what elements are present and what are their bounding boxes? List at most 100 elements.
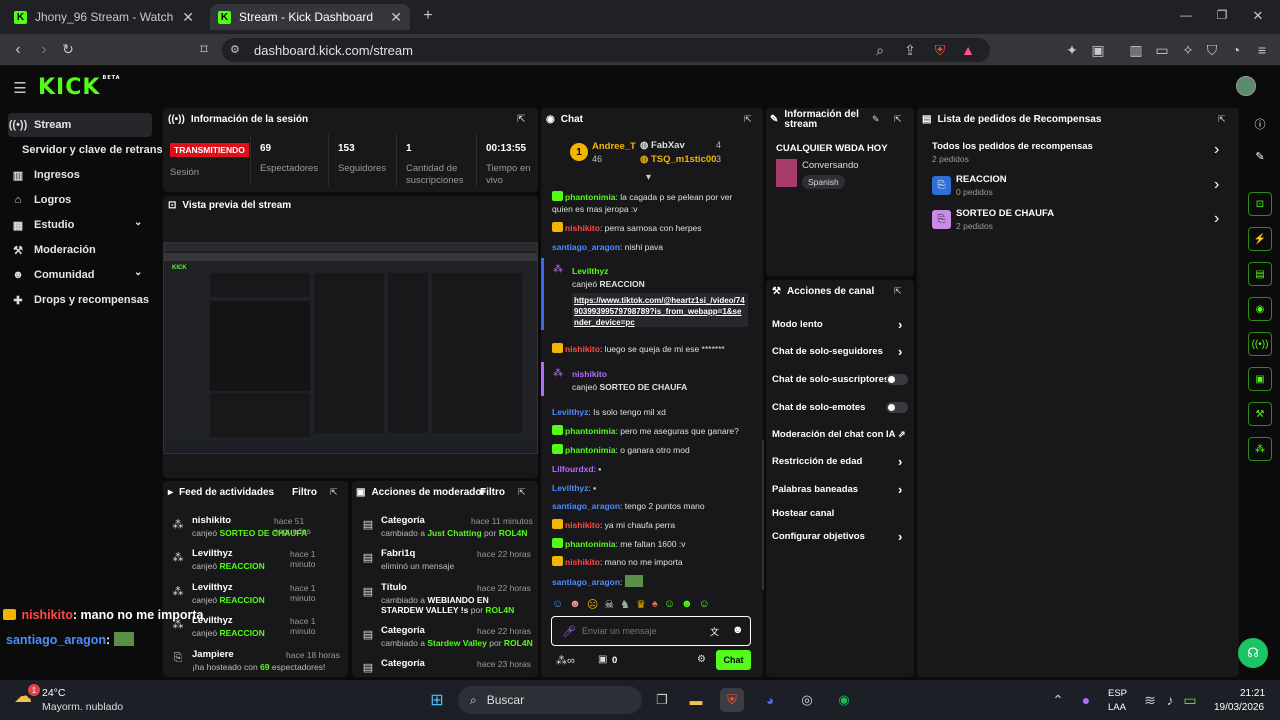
brave-browser-icon[interactable]: ⛨ — [720, 688, 744, 712]
rail-document-icon[interactable]: ▤ — [1248, 262, 1272, 286]
emote-icon[interactable]: ♛ — [636, 598, 646, 614]
menu-icon[interactable]: ≡ — [1254, 42, 1270, 58]
volume-icon[interactable]: ♪ — [1162, 692, 1178, 708]
sidebar-item-estudio[interactable]: ▦ Estudio ⌄ — [8, 213, 152, 237]
rail-session-icon[interactable]: ⊡ — [1248, 192, 1272, 216]
discord-icon[interactable]: ◕ — [758, 688, 782, 712]
close-window-icon[interactable]: ✕ — [1250, 8, 1266, 24]
chat-user[interactable]: nishikito — [565, 223, 600, 233]
info-icon[interactable]: ⓘ — [1252, 116, 1268, 132]
rail-chat-icon[interactable]: ◉ — [1248, 297, 1272, 321]
reload-icon[interactable]: ↻ — [60, 41, 76, 58]
popout-icon[interactable]: ⇱ — [518, 487, 526, 498]
sidebar-item-ingresos[interactable]: ▥ Ingresos — [8, 163, 152, 187]
taskbar-search[interactable]: ⌕ Buscar — [458, 686, 642, 714]
help-chat-button[interactable]: ☊ — [1238, 638, 1268, 668]
popout-icon[interactable]: ⇱ — [894, 286, 902, 297]
popout-icon[interactable]: ⇱ — [744, 114, 752, 125]
leader-name[interactable]: Andree_T — [592, 141, 636, 152]
chat-user[interactable]: santiago_aragon — [552, 577, 620, 587]
chat-user[interactable]: nishikito — [572, 369, 607, 379]
action-ai-moderation[interactable]: Moderación del chat con IA ⇗ — [772, 429, 908, 440]
battery-icon[interactable]: ▭ — [1182, 692, 1198, 709]
close-tab-icon[interactable]: ✕ — [182, 9, 194, 26]
reward-row[interactable]: ⎘ REACCION 0 pedidos › — [932, 174, 1228, 200]
action-banned-words[interactable]: Palabras baneadas › — [772, 482, 908, 497]
chat-user[interactable]: nishikito — [565, 557, 600, 567]
sidebar-item-comunidad[interactable]: ☻ Comunidad ⌄ — [8, 263, 152, 287]
kick-logo[interactable]: KICK BETA — [38, 75, 121, 100]
rail-bolt-icon[interactable]: ⚡ — [1248, 227, 1272, 251]
leader-name[interactable]: ◍ TSQ_m1stic00 — [640, 154, 716, 165]
action-age-restriction[interactable]: Restricción de edad › — [772, 454, 908, 469]
chat-scrollbar[interactable] — [762, 440, 764, 590]
emote-icon[interactable]: ♠ — [652, 598, 658, 614]
windows-start-icon[interactable]: ⊞ — [425, 688, 449, 712]
sidebar-item-moderacion[interactable]: ⚒ Moderación — [8, 238, 152, 262]
vpn-icon[interactable]: ⛉ — [1204, 42, 1220, 59]
forward-icon[interactable]: › — [36, 41, 52, 59]
chat-user[interactable]: Levilthyz — [552, 483, 588, 493]
settings-gear-icon[interactable]: ⚙ — [697, 654, 706, 665]
action-followers-only[interactable]: Chat de solo-seguidores › — [772, 344, 908, 359]
site-info-icon[interactable]: ⚙ — [230, 43, 240, 56]
emote-bar[interactable]: ☺ ☻ ☹ ☠ ♞ ♛ ♠ ☺ ☻ ☺ — [552, 598, 752, 614]
tray-chevron-up-icon[interactable]: ⌃ — [1050, 692, 1066, 709]
stream-preview-video[interactable]: KICK — [163, 242, 538, 454]
reward-row[interactable]: ⎘ SORTEO DE CHAUFA 2 pedidos › — [932, 208, 1228, 234]
emote-icon[interactable]: ☻ — [569, 598, 581, 614]
edit-pen-icon[interactable]: ✎ — [1252, 150, 1268, 163]
spotify-icon[interactable]: ◉ — [832, 688, 856, 712]
rail-broadcast-icon[interactable]: ((•)) — [1248, 332, 1272, 356]
leo-ai-icon[interactable]: ✧ — [1180, 42, 1196, 59]
chat-user[interactable]: nishikito — [565, 520, 600, 530]
popout-icon[interactable]: ⇱ — [1218, 114, 1226, 125]
sidebar-item-server-key[interactable]: Servidor y clave de retransm — [18, 138, 168, 162]
maximize-icon[interactable]: ❐ — [1214, 8, 1230, 22]
tray-mic-icon[interactable]: ● — [1078, 692, 1094, 708]
rail-wrench-icon[interactable]: ⚒ — [1248, 402, 1272, 426]
chat-user[interactable]: Levilthyz — [572, 266, 608, 276]
emote-icon[interactable]: ☻ — [681, 598, 693, 614]
popout-icon[interactable]: ⇱ — [517, 114, 525, 125]
chat-input-box[interactable]: 🎤︎ 文 ☻ — [551, 616, 751, 646]
points-icon[interactable]: ⁂∞ — [556, 654, 575, 667]
input-layout[interactable]: LAA — [1108, 702, 1126, 713]
tab-watch-live[interactable]: K Jhony_96 Stream - Watch Live on Kic ✕ — [6, 4, 202, 30]
emoji-icon[interactable]: ☻ — [732, 624, 744, 636]
profile-icon[interactable]: ◔ — [1228, 42, 1244, 58]
new-tab-icon[interactable]: + — [420, 7, 436, 24]
back-icon[interactable]: ‹ — [10, 41, 26, 59]
emotes-only-toggle[interactable] — [886, 402, 908, 413]
emote-icon[interactable]: ☺ — [552, 598, 563, 614]
clock-time[interactable]: 21:21 — [1240, 688, 1265, 699]
all-rewards-row[interactable]: Todos los pedidos de recompensas 2 pedid… — [932, 141, 1228, 167]
extensions-icon[interactable]: ✦ — [1064, 42, 1080, 59]
chat-input[interactable] — [582, 624, 702, 638]
chat-link[interactable]: https://www.tiktok.com/@heartz1si_/video… — [572, 293, 748, 327]
avatar[interactable] — [1236, 76, 1256, 96]
tab-dashboard[interactable]: K Stream - Kick Dashboard ✕ — [210, 4, 410, 30]
edit-icon[interactable]: ✎ — [872, 114, 880, 125]
action-goals[interactable]: Configurar objetivos › — [772, 529, 908, 544]
rail-rewards-icon[interactable]: ⁂ — [1248, 437, 1272, 461]
emote-icon[interactable]: ☺ — [664, 598, 675, 614]
share-icon[interactable]: ⇪ — [902, 42, 918, 59]
rail-mod-icon[interactable]: ▣ — [1248, 367, 1272, 391]
bookmark-icon[interactable]: ⌑ — [196, 41, 212, 58]
tab-search-icon[interactable]: ▣ — [1090, 42, 1106, 59]
send-chat-button[interactable]: Chat — [716, 650, 751, 670]
chat-user[interactable]: santiago_aragon — [552, 501, 620, 511]
wifi-icon[interactable]: ≋ — [1142, 692, 1158, 709]
input-lang[interactable]: ESP — [1108, 688, 1127, 699]
subs-only-toggle[interactable] — [886, 374, 908, 385]
gift-icon[interactable]: ▣ — [598, 654, 607, 665]
minimize-icon[interactable]: — — [1178, 8, 1194, 22]
file-explorer-icon[interactable]: ▬ — [684, 688, 708, 712]
zoom-icon[interactable]: ⌕ — [872, 42, 888, 59]
sidebar-item-drops[interactable]: ✚ Drops y recompensas — [8, 288, 152, 312]
chat-user[interactable]: phantonimia — [565, 192, 616, 202]
brave-rewards-icon[interactable]: ▲ — [960, 42, 976, 58]
action-host-channel[interactable]: Hostear canal — [772, 508, 908, 519]
emote-icon[interactable]: ☠ — [604, 598, 614, 614]
